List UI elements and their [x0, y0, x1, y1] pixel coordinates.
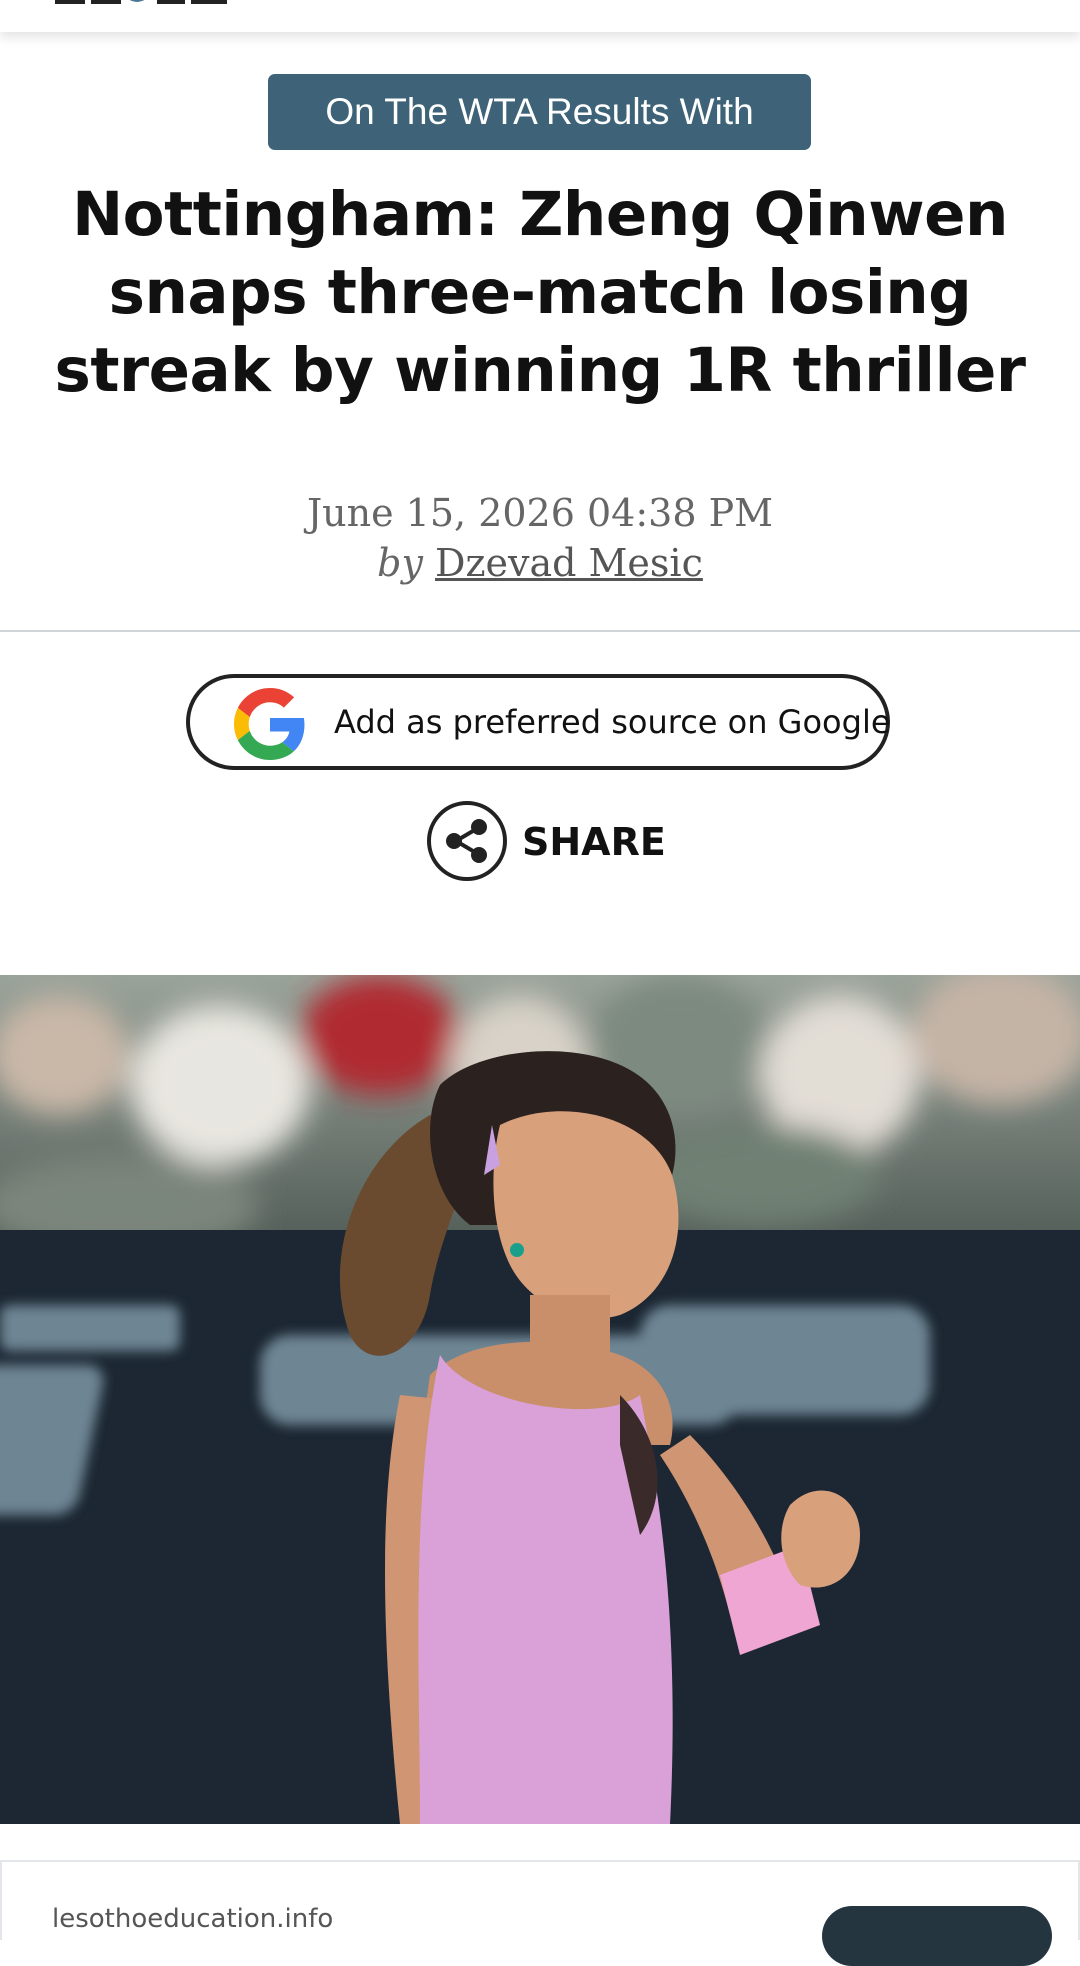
article-headline: Nottingham: Zheng Qinwen snaps three-mat…	[54, 179, 1026, 406]
share-icon	[426, 800, 508, 882]
article-meta: June 15, 2026 04:38 PM by Dzevad Mesic	[0, 488, 1080, 588]
publish-date: June 15, 2026 04:38 PM	[306, 491, 774, 535]
ad-domain: lesothoeducation.info	[52, 1904, 334, 1934]
player-photo	[0, 975, 1080, 1824]
category-badge[interactable]: On The WTA Results With	[268, 74, 811, 150]
author-link[interactable]: Dzevad Mesic	[435, 541, 703, 585]
ad-card[interactable]: lesothoeducation.info	[0, 1860, 1080, 1966]
add-preferred-source-label: Add as preferred source on Google	[334, 703, 891, 741]
site-logo[interactable]	[55, 0, 235, 8]
add-preferred-source-button[interactable]: Add as preferred source on Google	[186, 674, 891, 770]
divider	[0, 630, 1080, 632]
ad-button[interactable]	[822, 1906, 1052, 1966]
google-g-icon	[234, 688, 306, 760]
byline-prefix: by	[377, 541, 423, 585]
site-header	[0, 0, 1080, 32]
byline: by Dzevad Mesic	[0, 538, 1080, 588]
share-label: SHARE	[522, 820, 666, 864]
